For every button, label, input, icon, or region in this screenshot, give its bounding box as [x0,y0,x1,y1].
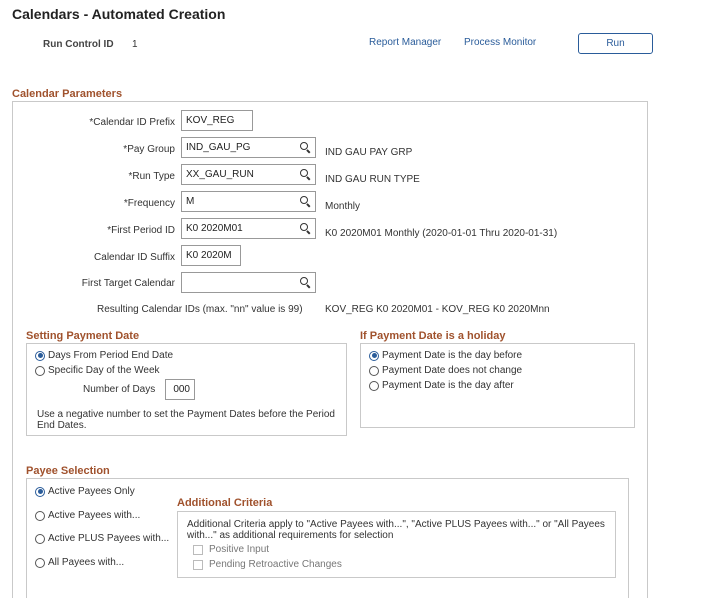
payment-date-note: Use a negative number to set the Payment… [37,409,335,431]
calendar-id-suffix-input[interactable]: K0 2020M [181,245,241,266]
run-button[interactable]: Run [578,33,653,54]
resulting-ids-label: Resulting Calendar IDs (max. "nn" value … [97,304,303,315]
radio-unselected-icon[interactable] [35,510,45,521]
radio-unselected-icon[interactable] [35,557,45,568]
radio-day-after[interactable]: Payment Date is the day after [369,380,514,391]
radio-selected-icon[interactable] [35,350,45,361]
holiday-title: If Payment Date is a holiday [360,330,506,342]
pay-group-value: IND_GAU_PG [186,142,251,153]
run-type-label: *Run Type [128,171,175,182]
pay-group-description: IND GAU PAY GRP [325,147,413,158]
run-control-value: 1 [132,39,138,50]
run-type-input[interactable]: XX_GAU_RUN [181,164,316,185]
radio-day-after-label: Payment Date is the day after [382,380,514,391]
calendar-parameters-title: Calendar Parameters [12,88,123,100]
pay-group-label: *Pay Group [123,144,175,155]
process-monitor-link[interactable]: Process Monitor [464,37,536,48]
radio-days-label: Days From Period End Date [48,350,174,361]
first-period-id-label: *First Period ID [107,225,175,236]
run-type-description: IND GAU RUN TYPE [325,174,420,185]
search-icon[interactable] [300,223,311,235]
radio-unselected-icon[interactable] [369,380,379,391]
number-of-days-input[interactable]: 000 [165,379,195,400]
checkbox-icon[interactable] [193,559,203,570]
calendar-id-prefix-input[interactable]: KOV_REG [181,110,253,131]
number-of-days-label: Number of Days [83,384,156,395]
radio-all-with-label: All Payees with... [48,557,125,568]
pay-group-input[interactable]: IND_GAU_PG [181,137,316,158]
calendar-id-suffix-label: Calendar ID Suffix [94,252,175,263]
setting-payment-date-title: Setting Payment Date [26,330,140,342]
page-title: Calendars - Automated Creation [12,6,226,22]
first-period-id-input[interactable]: K0 2020M01 [181,218,316,239]
radio-unselected-icon[interactable] [35,533,45,544]
radio-selected-icon[interactable] [35,486,45,497]
run-type-value: XX_GAU_RUN [186,169,254,180]
radio-weekday-label: Specific Day of the Week [48,365,160,376]
radio-no-change-label: Payment Date does not change [382,365,523,376]
additional-criteria-title: Additional Criteria [177,497,273,509]
frequency-label: *Frequency [123,198,175,209]
search-icon[interactable] [300,277,311,289]
checkbox-pending-retro[interactable]: Pending Retroactive Changes [193,559,342,570]
radio-selected-icon[interactable] [369,350,379,361]
radio-unselected-icon[interactable] [35,365,45,376]
radio-active-with-label: Active Payees with... [48,510,141,521]
payee-selection-title: Payee Selection [26,465,110,477]
radio-active-payees-with[interactable]: Active Payees with... [35,510,140,521]
frequency-description: Monthly [325,201,361,212]
radio-all-payees-with[interactable]: All Payees with... [35,557,124,568]
checkbox-positive-input[interactable]: Positive Input [193,544,269,555]
radio-specific-day-of-week[interactable]: Specific Day of the Week [35,365,160,376]
radio-days-from-period-end[interactable]: Days From Period End Date [35,350,173,361]
radio-day-before[interactable]: Payment Date is the day before [369,350,522,361]
radio-active-plus-payees-with[interactable]: Active PLUS Payees with... [35,533,169,544]
first-target-calendar-label: First Target Calendar [81,278,175,289]
resulting-ids-value: KOV_REG K0 2020M01 - KOV_REG K0 2020Mnn [325,304,550,315]
calendar-id-prefix-label: *Calendar ID Prefix [89,117,175,128]
radio-unselected-icon[interactable] [369,365,379,376]
search-icon[interactable] [300,169,311,181]
search-icon[interactable] [300,196,311,208]
first-period-id-value: K0 2020M01 [186,223,243,234]
pending-retro-label: Pending Retroactive Changes [209,559,342,570]
run-control-label: Run Control ID [43,39,114,50]
search-icon[interactable] [300,142,311,154]
frequency-value: M [186,196,195,207]
positive-input-label: Positive Input [209,544,270,555]
report-manager-link[interactable]: Report Manager [369,37,441,48]
radio-active-payees-only[interactable]: Active Payees Only [35,486,135,497]
radio-active-only-label: Active Payees Only [48,486,135,497]
checkbox-icon[interactable] [193,544,203,555]
first-target-calendar-input[interactable] [181,272,316,293]
frequency-input[interactable]: M [181,191,316,212]
radio-active-plus-label: Active PLUS Payees with... [48,533,170,544]
first-period-id-description: K0 2020M01 Monthly (2020-01-01 Thru 2020… [325,228,558,239]
radio-no-change[interactable]: Payment Date does not change [369,365,522,376]
radio-day-before-label: Payment Date is the day before [382,350,523,361]
additional-criteria-note: Additional Criteria apply to "Active Pay… [187,519,605,541]
